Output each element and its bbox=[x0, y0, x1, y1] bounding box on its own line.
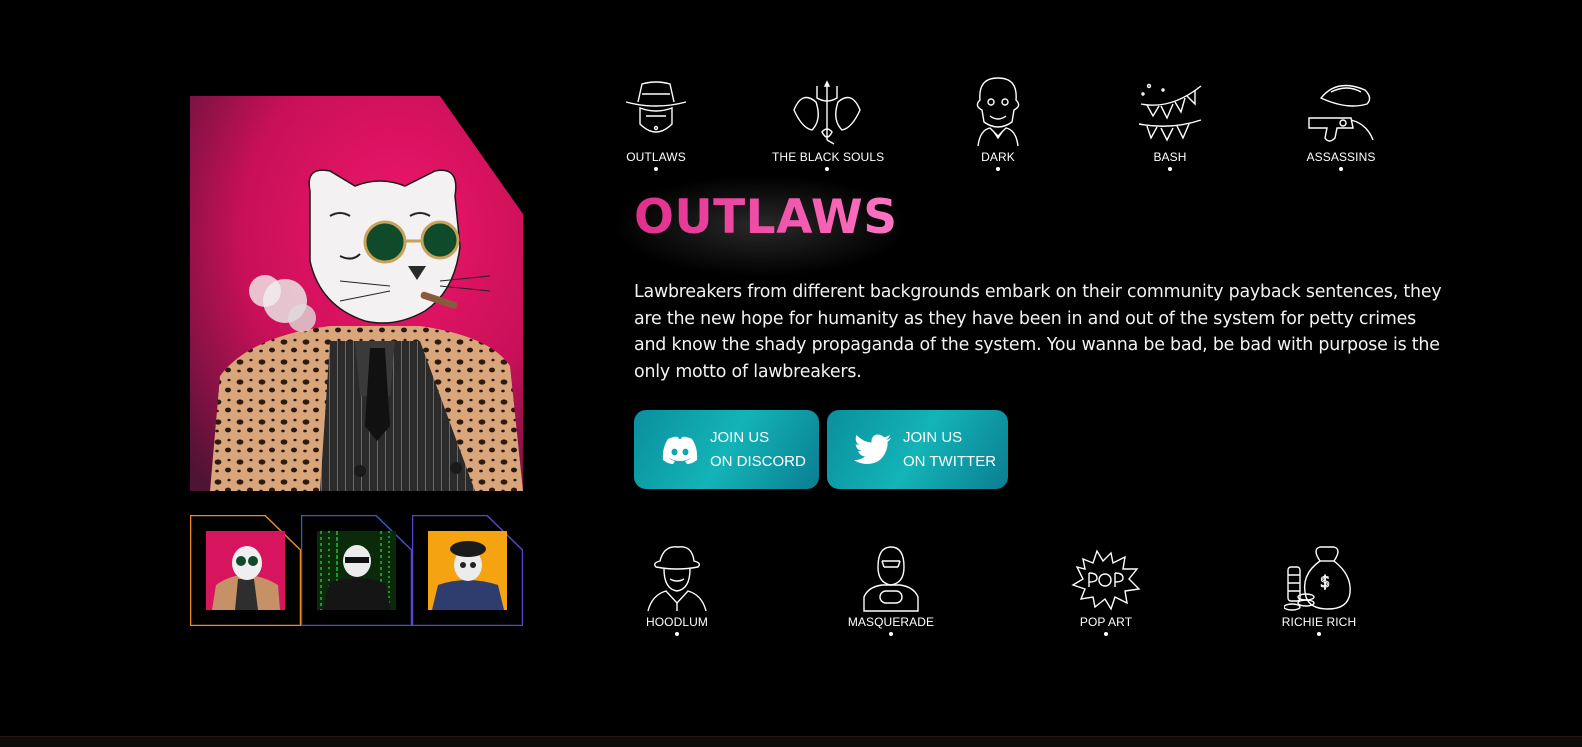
feature-description: Lawbreakers from different backgrounds e… bbox=[634, 282, 1442, 382]
selected-indicator-dot bbox=[654, 167, 658, 171]
discord-button-line2: ON DISCORD bbox=[710, 452, 806, 470]
masked-figure-icon bbox=[863, 546, 919, 612]
category-label: DARK bbox=[981, 150, 1015, 164]
category-dot bbox=[1317, 632, 1321, 636]
party-bunting-icon bbox=[1138, 83, 1202, 142]
thumbnail-tiger-pink[interactable] bbox=[190, 515, 301, 626]
category-richie-rich[interactable]: $ RICHIE RICH bbox=[1274, 545, 1364, 636]
join-discord-button[interactable]: JOIN US ON DISCORD bbox=[634, 410, 819, 489]
category-masquerade[interactable]: MASQUERADE bbox=[845, 545, 937, 636]
money-bag-icon: $ bbox=[1284, 546, 1351, 611]
feature-title: OUTLAWS bbox=[634, 190, 898, 245]
category-dot bbox=[675, 632, 679, 636]
thumbnail-tiger-beret[interactable] bbox=[412, 515, 523, 626]
hooded-figure-icon bbox=[647, 546, 707, 612]
category-the-black-souls[interactable]: THE BLACK SOULS bbox=[772, 80, 885, 171]
discord-icon bbox=[660, 433, 700, 467]
category-dot bbox=[1168, 167, 1172, 171]
twitter-icon bbox=[853, 433, 893, 467]
featured-nft-image bbox=[190, 96, 523, 491]
next-section-edge bbox=[0, 736, 1582, 747]
category-dot bbox=[1104, 632, 1108, 636]
category-dot bbox=[996, 167, 1000, 171]
pop-burst-icon bbox=[1071, 549, 1141, 611]
category-label: POP ART bbox=[1079, 615, 1133, 629]
thumbnail-tiger-matrix[interactable] bbox=[301, 515, 412, 626]
category-label: MASQUERADE bbox=[847, 615, 935, 629]
category-label: BASH bbox=[1153, 150, 1187, 164]
category-label: RICHIE RICH bbox=[1281, 615, 1357, 629]
twitter-button-line1: JOIN US bbox=[903, 428, 963, 446]
category-label: HOODLUM bbox=[645, 615, 709, 629]
category-bash[interactable]: BASH bbox=[1130, 80, 1210, 171]
join-twitter-button[interactable]: JOIN US ON TWITTER bbox=[827, 410, 1008, 489]
category-dark[interactable]: DARK bbox=[958, 76, 1038, 171]
svg-text:$: $ bbox=[1320, 572, 1330, 591]
clown-icon bbox=[976, 77, 1020, 147]
category-assassins[interactable]: ASSASSINS bbox=[1300, 80, 1382, 171]
category-pop-art[interactable]: POP ART bbox=[1066, 545, 1146, 636]
category-dot bbox=[1339, 167, 1343, 171]
category-outlaws[interactable]: OUTLAWS bbox=[612, 80, 700, 171]
demon-trident-icon bbox=[793, 80, 861, 145]
category-hoodlum[interactable]: HOODLUM bbox=[637, 545, 717, 636]
discord-button-line1: JOIN US bbox=[710, 428, 770, 446]
category-label: ASSASSINS bbox=[1306, 150, 1376, 164]
category-label: OUTLAWS bbox=[626, 150, 686, 164]
category-label: THE BLACK SOULS bbox=[772, 150, 885, 164]
cowboy-bandit-icon bbox=[625, 81, 687, 133]
category-dot bbox=[825, 167, 829, 171]
hat-revolver-icon bbox=[1308, 84, 1374, 142]
category-dot bbox=[889, 632, 893, 636]
twitter-button-line2: ON TWITTER bbox=[903, 452, 997, 470]
